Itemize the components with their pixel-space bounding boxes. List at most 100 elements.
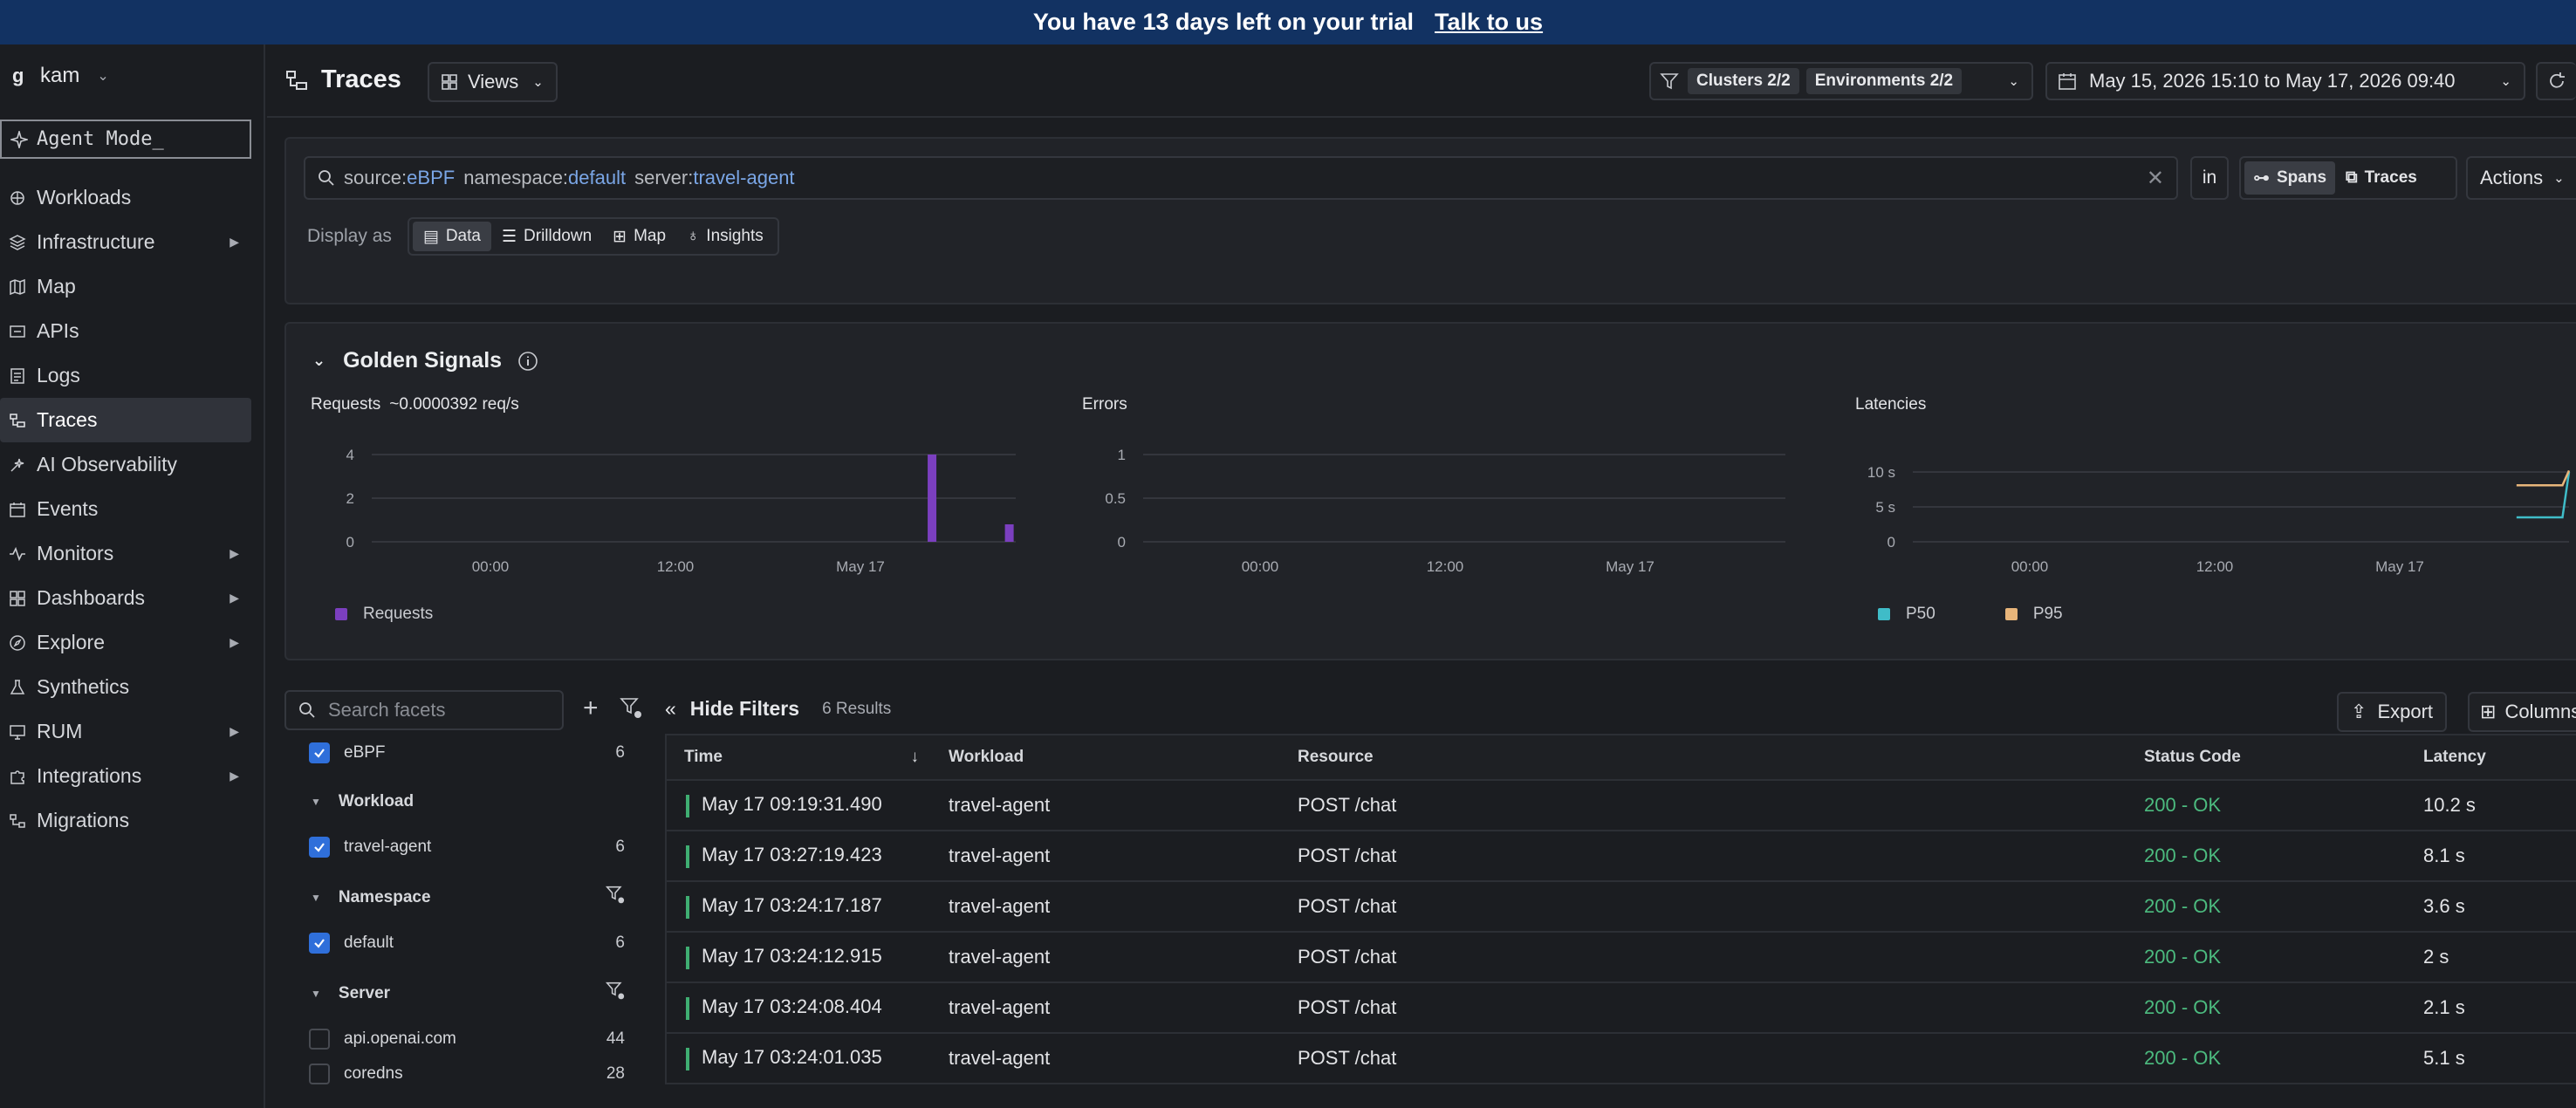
column-header-status[interactable]: Status Code (2127, 735, 2406, 781)
export-button[interactable]: ⇪ Export (2337, 692, 2448, 732)
spans-toggle[interactable]: ⊶ Spans (2244, 161, 2336, 195)
cluster-env-filter[interactable]: Clusters 2/2 Environments 2/2 ⌄ (1649, 62, 2033, 100)
info-icon[interactable] (517, 351, 538, 372)
environments-chip[interactable]: Environments 2/2 (1805, 68, 1963, 94)
facet-group-namespace[interactable]: ▼ Namespace (284, 880, 644, 915)
facet-option-label: travel-agent (344, 838, 432, 856)
facet-group-server[interactable]: ▼ Server (284, 976, 644, 1011)
table-row[interactable]: May 17 03:24:17.187 travel-agent POST /cha… (666, 881, 2576, 933)
errors-chart: 0 0.5 1 00:00 12:00 May 17 (1105, 447, 1785, 575)
facet-option[interactable]: api.openai.com 44 (284, 1022, 644, 1057)
table-row[interactable]: May 17 03:27:19.423 travel-agent POST /cha… (666, 831, 2576, 882)
facet-option[interactable]: default 6 (284, 926, 644, 961)
views-label: Views (468, 71, 519, 92)
puzzle-icon (10, 769, 24, 784)
sidebar-item-apis[interactable]: APIs (0, 309, 251, 353)
refresh-button[interactable] (2536, 62, 2576, 100)
org-switcher[interactable]: g kam ⌄ (12, 64, 109, 88)
hide-filters-button[interactable]: « Hide Filters 6 Results (665, 697, 891, 721)
filter-settings-icon[interactable] (606, 884, 625, 912)
column-header-workload[interactable]: Workload (931, 735, 1280, 781)
sidebar-item-synthetics[interactable]: Synthetics (0, 665, 251, 709)
facet-search-input[interactable]: Search facets (284, 690, 564, 730)
x-tick-label: 12:00 (657, 558, 695, 575)
facet-checkbox[interactable] (309, 1029, 330, 1050)
display-data-tab[interactable]: ▤ Data (412, 222, 491, 251)
facet-checkbox[interactable] (309, 1064, 330, 1084)
facet-checkbox[interactable] (309, 837, 330, 858)
column-header-time[interactable]: Time ↓ (666, 735, 931, 781)
time-value: May 17 03:24:01.035 (702, 1046, 882, 1069)
sidebar-item-label: Migrations (37, 809, 130, 831)
golden-signals-header[interactable]: ⌄ Golden Signals (312, 348, 538, 373)
sidebar-item-map[interactable]: Map (0, 264, 251, 309)
table-row[interactable]: May 17 03:24:01.035 travel-agent POST /cha… (666, 1033, 2576, 1084)
sidebar-item-traces[interactable]: Traces (0, 398, 251, 442)
sidebar-item-integrations[interactable]: Integrations ▶ (0, 754, 251, 798)
query-search-input[interactable]: source: eBPF namespace: default server: tra… (304, 156, 2178, 200)
legend-label: P50 (1906, 605, 1935, 623)
sidebar-item-label: RUM (37, 720, 83, 742)
caret-right-icon: ▶ (230, 724, 239, 738)
x-tick-label: May 17 (2375, 558, 2424, 575)
actions-dropdown[interactable]: Actions ⌄ (2466, 156, 2576, 200)
display-option-label: Map (634, 227, 667, 245)
filter-settings-icon[interactable] (606, 980, 625, 1008)
status-indicator (686, 895, 689, 919)
x-tick-label: 12:00 (2196, 558, 2234, 575)
column-header-resource[interactable]: Resource (1280, 735, 2127, 781)
columns-button[interactable]: ⊞ Columns (2468, 692, 2576, 732)
facet-option[interactable]: eBPF 6 (284, 735, 644, 770)
sparkle-icon (10, 130, 28, 148)
legend-label: P95 (2032, 605, 2063, 623)
filter-settings-icon[interactable] (620, 695, 642, 726)
display-drilldown-tab[interactable]: ☰ Drilldown (491, 222, 602, 251)
sort-down-icon[interactable]: ↓ (911, 748, 920, 767)
table-row[interactable]: May 17 03:24:08.404 travel-agent POST /cha… (666, 982, 2576, 1034)
sidebar-item-infrastructure[interactable]: Infrastructure ▶ (0, 220, 251, 264)
facet-group-label: Workload (338, 792, 414, 810)
facet-checkbox[interactable] (309, 933, 330, 954)
views-dropdown[interactable]: Views ⌄ (428, 62, 558, 102)
query-value: travel-agent (693, 167, 795, 188)
sidebar-item-label: Logs (37, 364, 80, 386)
sidebar-item-logs[interactable]: Logs (0, 353, 251, 398)
display-insights-tab[interactable]: ♁ Insights (676, 222, 774, 251)
facet-option-count: 6 (615, 743, 625, 762)
agent-mode-input[interactable]: Agent Mode_ (0, 120, 251, 159)
search-icon (299, 702, 315, 718)
sidebar-item-rum[interactable]: RUM ▶ (0, 709, 251, 754)
sidebar-item-explore[interactable]: Explore ▶ (0, 620, 251, 665)
api-icon (10, 325, 25, 338)
sidebar-item-migrations[interactable]: Migrations (0, 798, 251, 843)
add-facet-icon[interactable]: + (583, 694, 599, 723)
column-header-latency[interactable]: Latency (2406, 735, 2576, 781)
display-map-tab[interactable]: ⊞ Map (602, 222, 676, 251)
sidebar-item-label: Events (37, 497, 99, 520)
in-selector[interactable]: in (2190, 156, 2229, 200)
sidebar-item-events[interactable]: Events (0, 487, 251, 531)
sidebar-item-label: APIs (37, 319, 79, 342)
bar (1004, 524, 1014, 542)
facet-group-workload[interactable]: ▼ Workload (284, 784, 644, 819)
sidebar-item-ai-observability[interactable]: AI Observability (0, 442, 251, 487)
talk-to-us-link[interactable]: Talk to us (1435, 9, 1543, 36)
cell-resource: POST /chat (1280, 1033, 2127, 1084)
sidebar-item-monitors[interactable]: Monitors ▶ (0, 531, 251, 576)
clear-icon[interactable]: ✕ (2147, 166, 2164, 191)
clusters-chip[interactable]: Clusters 2/2 (1688, 68, 1799, 94)
cell-status: 200 - OK (2127, 932, 2406, 983)
facet-option[interactable]: coredns 28 (284, 1057, 644, 1091)
sidebar-item-dashboards[interactable]: Dashboards ▶ (0, 576, 251, 620)
sidebar-item-label: Monitors (37, 542, 114, 564)
table-row[interactable]: May 17 03:24:12.915 travel-agent POST /cha… (666, 932, 2576, 983)
traces-toggle[interactable]: ⧉ Traces (2335, 161, 2428, 195)
facet-option[interactable]: travel-agent 6 (284, 830, 644, 865)
facet-checkbox[interactable] (309, 742, 330, 763)
sidebar-item-label: Integrations (37, 764, 142, 787)
caret-right-icon: ▶ (230, 591, 239, 605)
sidebar-item-label: Traces (37, 408, 98, 431)
date-range-picker[interactable]: May 15, 2026 15:10 to May 17, 2026 09:40… (2045, 62, 2525, 100)
sidebar-item-workloads[interactable]: Workloads (0, 175, 251, 220)
table-row[interactable]: May 17 09:19:31.490 travel-agent POST /cha… (666, 780, 2576, 831)
